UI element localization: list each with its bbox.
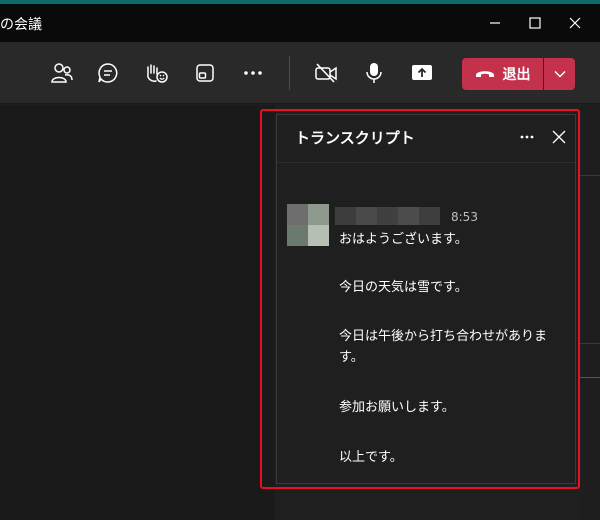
transcript-panel: トランスクリプト 8:53 おはようございます。 今日の天気は雪です。 今日は午… <box>276 114 576 484</box>
more-actions-button[interactable] <box>238 58 268 88</box>
edge-line <box>580 343 600 344</box>
chat-icon <box>98 63 118 83</box>
raise-hand-emoji-icon <box>147 64 168 83</box>
transcript-title: トランスクリプト <box>295 129 415 147</box>
transcript-message: 参加お願いします。 <box>339 400 455 415</box>
leave-button-label: 退出 <box>502 67 531 83</box>
transcript-close-button[interactable] <box>547 125 571 149</box>
share-screen-icon <box>412 65 432 80</box>
close-icon <box>569 17 581 29</box>
reactions-button[interactable] <box>141 58 171 88</box>
maximize-icon <box>529 17 541 29</box>
edge-line-red <box>580 377 600 378</box>
camera-button[interactable] <box>311 58 341 88</box>
camera-off-icon <box>315 63 337 83</box>
toolbar-divider <box>289 56 290 90</box>
close-window-button[interactable] <box>555 8 595 38</box>
close-icon <box>552 130 566 144</box>
leave-options-button[interactable] <box>544 58 575 90</box>
minimize-icon <box>490 22 500 24</box>
microphone-button[interactable] <box>359 58 389 88</box>
transcript-message: 以上です。 <box>339 450 403 465</box>
chevron-down-icon <box>553 70 566 78</box>
chat-button[interactable] <box>93 58 123 88</box>
meeting-toolbar: 退出 <box>0 42 600 104</box>
more-icon <box>244 71 262 75</box>
microphone-icon <box>366 63 382 83</box>
title-bar: の会議 <box>0 4 600 42</box>
meeting-stage <box>0 105 275 520</box>
transcript-message: 今日の天気は雪です。 <box>339 280 468 295</box>
transcript-message: おはようございます。 <box>339 232 468 247</box>
minimize-button[interactable] <box>475 8 515 38</box>
participants-button[interactable] <box>47 58 77 88</box>
avatar <box>287 204 329 246</box>
view-layout-icon <box>196 64 214 82</box>
leave-button[interactable]: 退出 <box>462 58 543 90</box>
phone-hangup-icon <box>475 71 494 77</box>
window-title: の会議 <box>0 17 42 33</box>
view-button[interactable] <box>190 58 220 88</box>
transcript-message: 今日は午後から打ち合わせがあります。 <box>339 329 548 365</box>
edge-line <box>580 175 600 176</box>
transcript-header: トランスクリプト <box>277 115 575 163</box>
background-window-edge <box>580 105 600 520</box>
speaker-name-redacted <box>335 207 440 225</box>
message-timestamp: 8:53 <box>451 210 478 224</box>
maximize-button[interactable] <box>515 8 555 38</box>
share-button[interactable] <box>407 58 437 88</box>
people-icon <box>51 63 73 83</box>
transcript-more-button[interactable] <box>515 125 539 149</box>
more-icon <box>520 135 534 139</box>
